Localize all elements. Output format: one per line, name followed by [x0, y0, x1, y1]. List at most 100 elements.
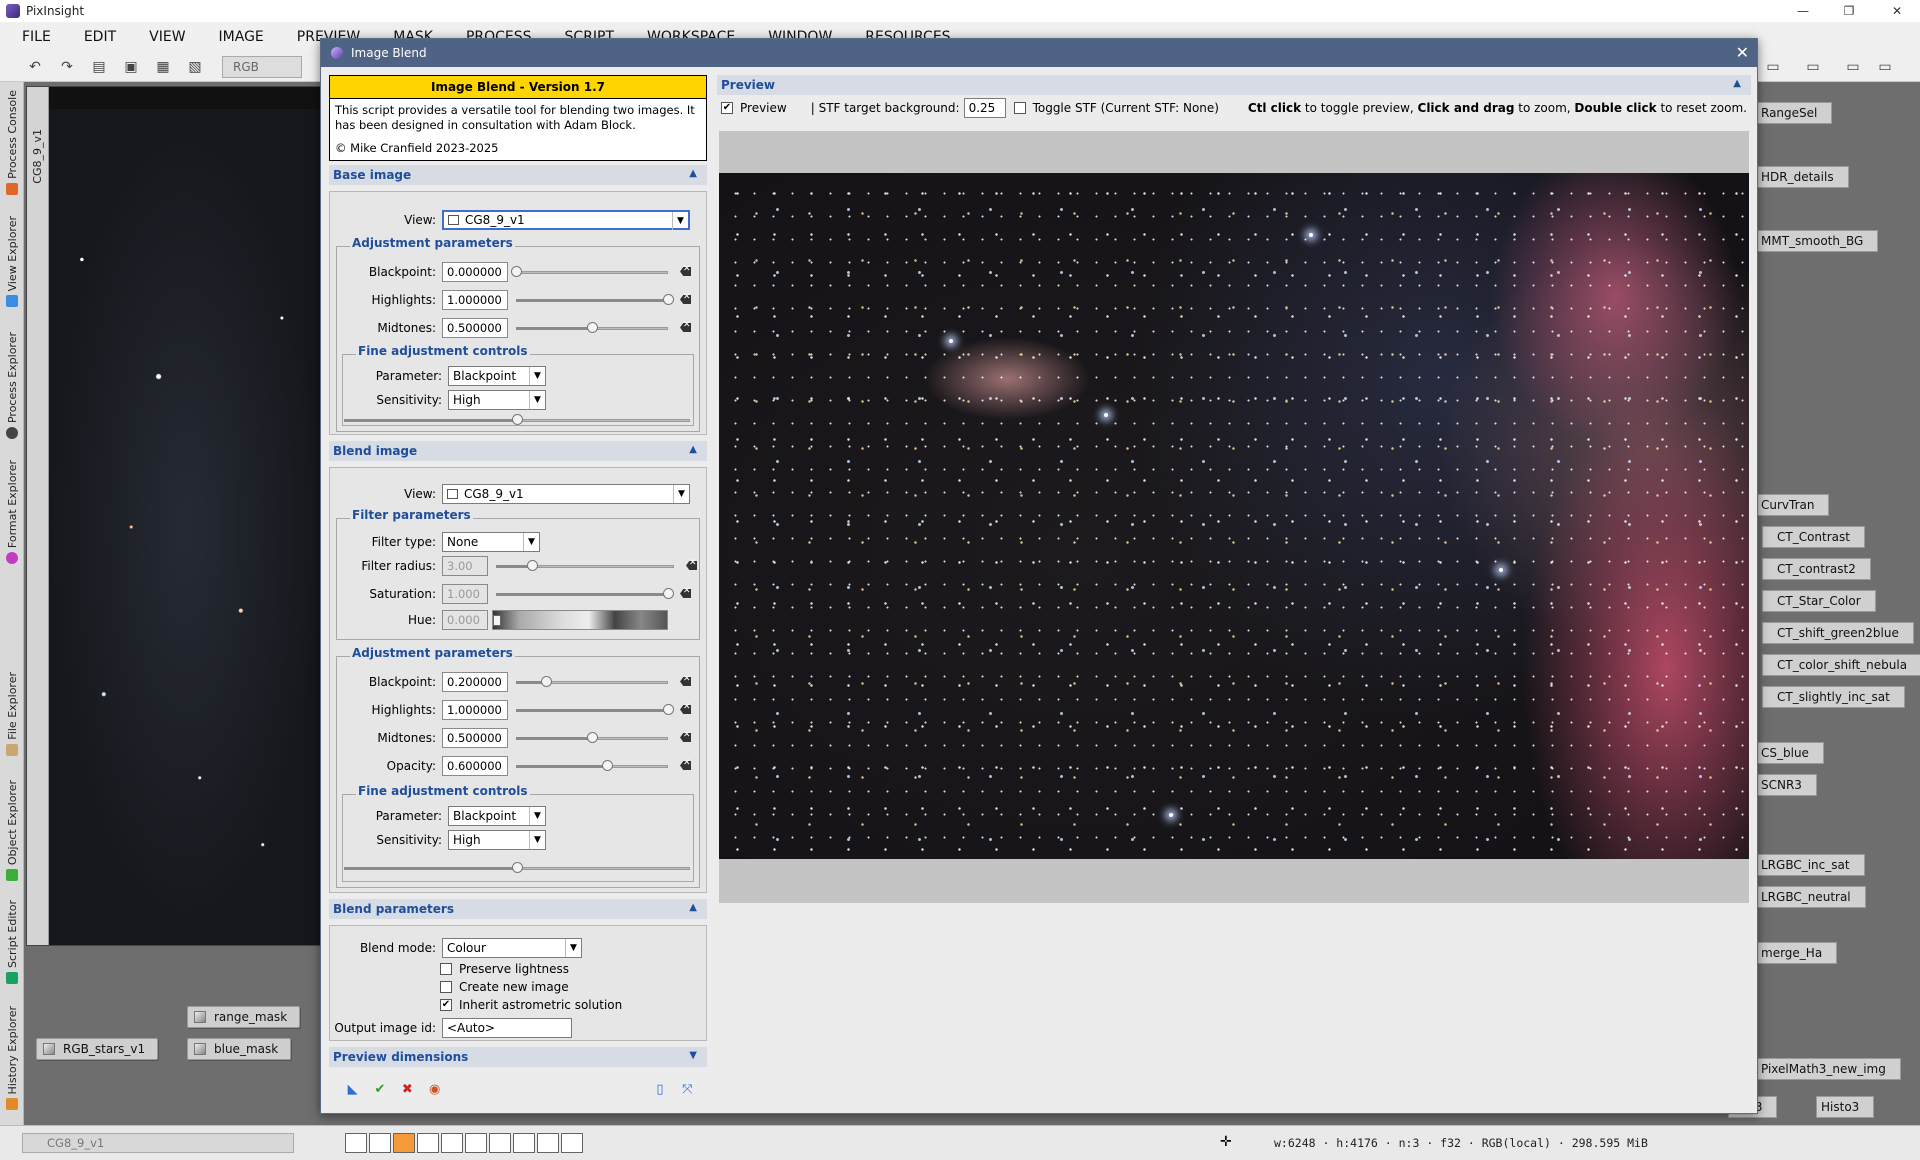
toolbar-button-4-icon[interactable]: ▧ — [184, 56, 206, 78]
preserve-lightness-checkbox[interactable]: Preserve lightness — [440, 962, 569, 976]
reset-icon[interactable] — [678, 758, 692, 772]
blend-highlights-field[interactable]: 1.000000 — [442, 700, 508, 720]
process-icon-mmt-smooth-bg[interactable]: MMT_smooth_BG — [1756, 230, 1879, 252]
base-midtones-slider[interactable] — [516, 322, 668, 334]
process-icon-ct-star-color[interactable]: CT_Star_Color — [1762, 590, 1876, 612]
blend-blackpoint-slider[interactable] — [516, 676, 668, 688]
process-icon-cs-blue[interactable]: CS_blue — [1756, 742, 1824, 764]
base-midtones-field[interactable]: 0.500000 — [442, 318, 508, 338]
saturation-slider[interactable] — [496, 588, 674, 600]
filter-type-combo[interactable]: None ▼ — [442, 532, 540, 552]
minimize-icon[interactable]: — — [1780, 0, 1826, 22]
menu-file[interactable]: FILE — [22, 29, 51, 45]
cancel-x-icon[interactable]: ✖ — [400, 1081, 415, 1097]
tab-script-editor[interactable]: Script Editor — [0, 900, 24, 984]
blend-mode-combo[interactable]: Colour ▼ — [442, 938, 582, 958]
stf-target-field[interactable]: 0.25 — [963, 98, 1006, 118]
inherit-astrometric-checkbox[interactable]: ✔ Inherit astrometric solution — [440, 998, 622, 1012]
mode-cell[interactable] — [513, 1133, 535, 1153]
tab-object-explorer[interactable]: Object Explorer — [0, 780, 24, 882]
hue-slider[interactable] — [492, 610, 668, 630]
blend-view-combo[interactable]: CG8_9_v1 ▼ — [442, 484, 690, 504]
base-blackpoint-field[interactable]: 0.000000 — [442, 262, 508, 282]
collapse-icon[interactable]: ▲ — [1733, 78, 1741, 89]
reset-circle-icon[interactable]: ◉ — [427, 1081, 442, 1097]
reset-icon[interactable] — [678, 674, 692, 688]
toolbar-button-2-icon[interactable]: ▣ — [120, 56, 142, 78]
toolbar-right-1-icon[interactable]: ▭ — [1762, 56, 1784, 78]
process-icon-rangesel[interactable]: RangeSel — [1756, 102, 1833, 124]
collapse-icon[interactable]: ▲ — [689, 444, 697, 455]
workspace-icon-range-mask[interactable]: range_mask — [187, 1006, 301, 1028]
mode-cell[interactable] — [417, 1133, 439, 1153]
image-starfield[interactable] — [49, 109, 323, 945]
preview-area[interactable] — [719, 131, 1749, 903]
tab-view-explorer[interactable]: View Explorer — [0, 216, 24, 308]
toolbar-button-3-icon[interactable]: ▦ — [152, 56, 174, 78]
process-icon-hdr-details[interactable]: HDR_details — [1756, 166, 1849, 188]
base-fine-slider[interactable] — [344, 414, 690, 426]
new-instance-icon[interactable]: ◣ — [345, 1081, 360, 1097]
reset-icon[interactable] — [678, 586, 692, 600]
process-icon-merge-ha[interactable]: merge_Ha — [1756, 942, 1838, 964]
toolbar-button-1-icon[interactable]: ▤ — [88, 56, 110, 78]
close-app-icon[interactable]: ✕ — [1874, 0, 1920, 22]
apply-check-icon[interactable]: ✔ — [372, 1081, 387, 1097]
workspace-icon-blue-mask[interactable]: blue_mask — [187, 1038, 292, 1060]
section-blend-image[interactable]: Blend image ▲ — [329, 441, 707, 461]
document-icon[interactable]: ▯ — [652, 1081, 667, 1097]
section-base-image[interactable]: Base image ▲ — [329, 165, 707, 185]
mode-cell[interactable] — [369, 1133, 391, 1153]
collapse-icon[interactable]: ▲ — [689, 902, 697, 913]
mode-cell[interactable] — [345, 1133, 367, 1153]
reset-icon[interactable] — [678, 730, 692, 744]
base-sensitivity-combo[interactable]: High ▼ — [448, 390, 546, 410]
section-preview-dimensions[interactable]: Preview dimensions ▼ — [329, 1047, 707, 1067]
reset-icon[interactable] — [684, 558, 698, 572]
reset-icon[interactable] — [678, 264, 692, 278]
output-image-id-field[interactable]: <Auto> — [442, 1018, 572, 1038]
dialog-close-icon[interactable]: ✕ — [1736, 43, 1749, 62]
mode-cell[interactable] — [561, 1133, 583, 1153]
process-icon-pixelmath3-new-img[interactable]: PixelMath3_new_img — [1756, 1058, 1901, 1080]
process-icon-lrgbc-inc-sat[interactable]: LRGBC_inc_sat — [1756, 854, 1865, 876]
expand-arrows-icon[interactable]: ⤧ — [680, 1081, 695, 1097]
process-icon-ct-color-shift-nebula[interactable]: CT_color_shift_nebula — [1762, 654, 1920, 676]
menu-image[interactable]: IMAGE — [219, 29, 264, 45]
process-icon-ct-slightly-inc-sat[interactable]: CT_slightly_inc_sat — [1762, 686, 1905, 708]
blend-opacity-field[interactable]: 0.600000 — [442, 756, 508, 776]
mode-cell[interactable] — [489, 1133, 511, 1153]
blend-opacity-slider[interactable] — [516, 760, 668, 772]
base-view-combo[interactable]: CG8_9_v1 ▼ — [442, 210, 690, 230]
blend-midtones-slider[interactable] — [516, 732, 668, 744]
process-icon-scnr3[interactable]: SCNR3 — [1756, 774, 1817, 796]
preview-checkbox[interactable]: ✔ Preview — [721, 101, 787, 115]
section-preview[interactable]: Preview ▲ — [717, 75, 1751, 95]
toggle-stf-checkbox[interactable]: Toggle STF (Current STF: None) — [1013, 101, 1219, 115]
toolbar-right-3-icon[interactable]: ▭ — [1842, 56, 1864, 78]
tab-process-explorer[interactable]: Process Explorer — [0, 332, 24, 440]
menu-edit[interactable]: EDIT — [84, 29, 116, 45]
process-icon-curvtran[interactable]: CurvTran — [1756, 494, 1830, 516]
base-parameter-combo[interactable]: Blackpoint ▼ — [448, 366, 546, 386]
blend-sensitivity-combo[interactable]: High ▼ — [448, 830, 546, 850]
blend-midtones-field[interactable]: 0.500000 — [442, 728, 508, 748]
tab-file-explorer[interactable]: File Explorer — [0, 672, 24, 756]
workspace-icon-rgb-stars[interactable]: RGB_stars_v1 — [36, 1038, 159, 1060]
reset-icon[interactable] — [678, 702, 692, 716]
process-icon-ct-shift-green2blue[interactable]: CT_shift_green2blue — [1762, 622, 1914, 644]
tab-history-explorer[interactable]: History Explorer — [0, 1006, 24, 1111]
process-icon-ct-contrast[interactable]: CT_Contrast — [1762, 526, 1865, 548]
restore-icon[interactable]: ❐ — [1826, 0, 1872, 22]
redo-icon[interactable]: ↷ — [56, 56, 78, 78]
mode-cell[interactable] — [537, 1133, 559, 1153]
create-new-image-checkbox[interactable]: Create new image — [440, 980, 569, 994]
section-blend-parameters[interactable]: Blend parameters ▲ — [329, 899, 707, 919]
blend-blackpoint-field[interactable]: 0.200000 — [442, 672, 508, 692]
reset-icon[interactable] — [678, 292, 692, 306]
blend-fine-slider[interactable] — [344, 862, 690, 874]
dialog-title-bar[interactable]: Image Blend ✕ — [321, 39, 1757, 67]
rgb-channel-combo[interactable]: RGB — [222, 55, 302, 78]
image-window[interactable]: CG8_9_v1 — [26, 86, 324, 946]
base-highlights-field[interactable]: 1.000000 — [442, 290, 508, 310]
